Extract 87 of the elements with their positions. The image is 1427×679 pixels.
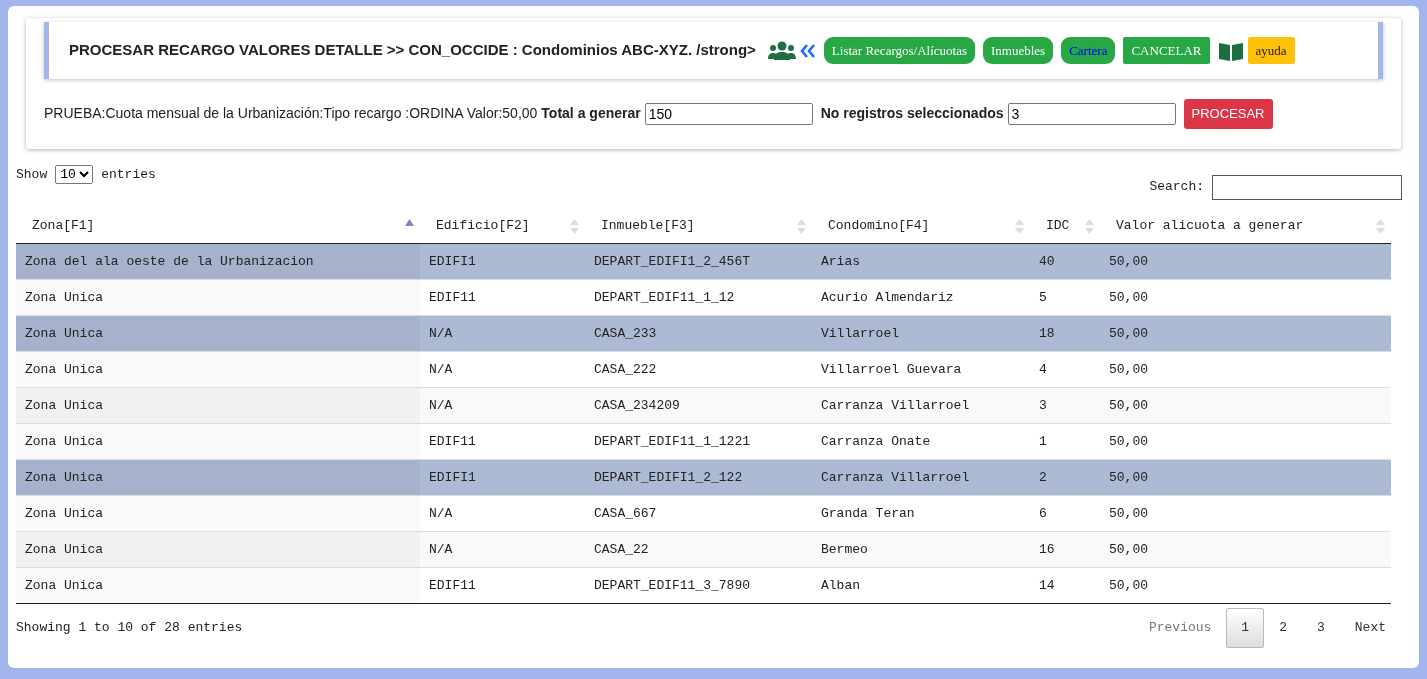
table-cell: DEPART_EDIF11_1_12 — [585, 279, 812, 316]
table-cell: N/A — [420, 351, 585, 388]
table-cell: 18 — [1030, 315, 1100, 352]
table-cell: Zona Unica — [16, 459, 420, 496]
table-cell: 50,00 — [1100, 531, 1391, 568]
table-cell: 50,00 — [1100, 351, 1391, 388]
table-cell: Zona Unica — [16, 567, 420, 604]
page-button[interactable]: 1 — [1226, 608, 1265, 648]
table-cell: Acurio Almendariz — [812, 279, 1030, 316]
table-cell: N/A — [420, 315, 585, 352]
table-cell: Bermeo — [812, 531, 1030, 568]
table-cell: 50,00 — [1100, 495, 1391, 532]
table-cell: 4 — [1030, 351, 1100, 388]
column-header[interactable]: IDC — [1030, 207, 1100, 244]
table-cell: DEPART_EDIFI1_2_122 — [585, 459, 812, 496]
table-cell: Arias — [812, 243, 1030, 280]
table-cell: DEPART_EDIF11_3_7890 — [585, 567, 812, 604]
table-cell: EDIF11 — [420, 567, 585, 604]
table-cell: N/A — [420, 495, 585, 532]
charge-description: PRUEBA:Cuota mensual de la Urbanización:Tipo recargo :ORDINA Valor:50,00 — [44, 104, 538, 124]
entries-info: Showing 1 to 10 of 28 entries — [16, 619, 243, 637]
next-button[interactable]: Next — [1339, 608, 1401, 648]
table-cell: 6 — [1030, 495, 1100, 532]
table-cell: 50,00 — [1100, 315, 1391, 352]
table-cell: EDIF11 — [420, 423, 585, 460]
table-cell: DEPART_EDIFI1_2_456T — [585, 243, 812, 280]
table-cell: Carranza Onate — [812, 423, 1030, 460]
table-cell: 50,00 — [1100, 423, 1391, 460]
table-cell: Zona Unica — [16, 531, 420, 568]
selected-count-field[interactable]: 3 — [1007, 102, 1176, 125]
table-cell: Zona Unica — [16, 495, 420, 532]
page-size-select[interactable]: 10 — [55, 164, 94, 184]
search-field[interactable] — [1212, 174, 1402, 200]
table-cell: EDIFI1 — [420, 459, 585, 496]
entries-label: entries — [101, 165, 156, 184]
table-cell: CASA_234209 — [585, 387, 812, 424]
table-cell: CASA_22 — [585, 531, 812, 568]
column-header[interactable]: Inmueble[F3] — [585, 207, 812, 244]
table-cell: N/A — [420, 387, 585, 424]
double-chevron-left-icon[interactable] — [799, 43, 816, 58]
process-button[interactable]: PROCESAR — [1183, 99, 1273, 129]
table-cell: CASA_222 — [585, 351, 812, 388]
table-cell: 50,00 — [1100, 567, 1391, 604]
book-icon[interactable] — [1217, 40, 1244, 61]
table-cell: 3 — [1030, 387, 1100, 424]
table-cell: Zona del ala oeste de la Urbanizacion — [16, 243, 420, 280]
column-header[interactable]: Zona[F1] — [16, 207, 420, 244]
total-field[interactable]: 150 — [644, 102, 813, 125]
table-cell: N/A — [420, 531, 585, 568]
table-cell: CASA_233 — [585, 315, 812, 352]
table-cell: 40 — [1030, 243, 1100, 280]
users-icon[interactable] — [767, 40, 796, 61]
table-cell: 14 — [1030, 567, 1100, 604]
table-cell: Granda Teran — [812, 495, 1030, 532]
table-cell: Alban — [812, 567, 1030, 604]
table-cell: Zona Unica — [16, 423, 420, 460]
table-cell: 2 — [1030, 459, 1100, 496]
total-label: Total a generar — [541, 104, 641, 124]
table-cell: Zona Unica — [16, 351, 420, 388]
table-cell: 50,00 — [1100, 387, 1391, 424]
table-cell: DEPART_EDIF11_1_1221 — [585, 423, 812, 460]
table-cell: Zona Unica — [16, 387, 420, 424]
table-cell: 16 — [1030, 531, 1100, 568]
page-button[interactable]: 2 — [1264, 608, 1302, 648]
table-cell: CASA_667 — [585, 495, 812, 532]
table-cell: EDIFI1 — [420, 243, 585, 280]
column-header[interactable]: Edificio[F2] — [420, 207, 585, 244]
table-cell: 50,00 — [1100, 459, 1391, 496]
table-cell: 50,00 — [1100, 243, 1391, 280]
search-label: Search: — [1149, 178, 1204, 197]
page-button[interactable]: 3 — [1301, 608, 1340, 648]
table-cell: Carranza Villarroel — [812, 459, 1030, 496]
table-cell: 50,00 — [1100, 279, 1391, 316]
table-cell: 5 — [1030, 279, 1100, 316]
show-label: Show — [16, 165, 48, 184]
table-cell: Carranza Villarroel — [812, 387, 1030, 424]
table-cell: Zona Unica — [16, 315, 420, 352]
page-title: PROCESAR RECARGO VALORES DETALLE >> CON_OCCIDE : Condominios ABC-XYZ. /strong> — [69, 40, 756, 61]
selected-count-label: No registros seleccionados — [820, 104, 1004, 124]
table-cell: Villarroel Guevara — [812, 351, 1030, 388]
table-cell: 1 — [1030, 423, 1100, 460]
help-button[interactable]: ayuda — [1247, 37, 1295, 64]
table-cell: EDIF11 — [420, 279, 585, 316]
table-cell: Zona Unica — [16, 279, 420, 316]
column-header[interactable]: Valor alicuota a generar — [1100, 207, 1391, 244]
column-header[interactable]: Condomino[F4] — [812, 207, 1030, 244]
table-cell: Villarroel — [812, 315, 1030, 352]
